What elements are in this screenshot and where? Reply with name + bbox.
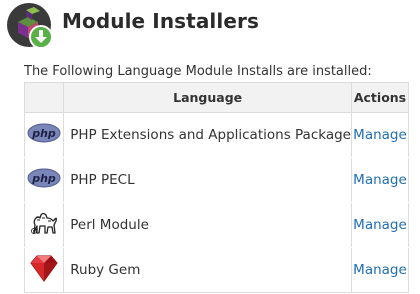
table-row: php PHP Extensions and Applications Pack…	[23, 112, 410, 158]
svg-text:php: php	[31, 172, 56, 185]
table-row: php PHP PECL Manage	[23, 157, 410, 203]
php-icon: php	[27, 123, 61, 147]
intro-text: The Following Language Module Installs a…	[24, 64, 372, 79]
manage-link[interactable]: Manage	[353, 127, 407, 143]
page-title: Module Installers	[62, 9, 259, 33]
table-row: R Perl Module Manage	[23, 202, 410, 248]
svg-text:php: php	[31, 127, 56, 140]
ruby-gem-icon	[29, 253, 59, 287]
page-header: Module Installers	[6, 2, 416, 49]
modules-table: Language Actions php PHP Extensions and …	[23, 82, 410, 293]
module-name: Perl Module	[63, 202, 352, 248]
module-name: PHP Extensions and Applications Package	[63, 112, 352, 158]
table-header-row: Language Actions	[23, 82, 410, 113]
module-name: Ruby Gem	[63, 247, 352, 293]
table-row: Ruby Gem Manage	[23, 247, 410, 293]
module-installers-logo-icon	[7, 3, 53, 49]
perl-camel-icon: R	[28, 207, 60, 243]
icon-column-header	[23, 82, 65, 113]
php-icon: php	[27, 168, 61, 192]
language-column-header: Language	[63, 82, 352, 113]
manage-link[interactable]: Manage	[353, 172, 407, 188]
manage-link[interactable]: Manage	[353, 262, 407, 278]
module-name: PHP PECL	[63, 157, 352, 203]
actions-column-header: Actions	[350, 82, 410, 113]
manage-link[interactable]: Manage	[353, 217, 407, 233]
